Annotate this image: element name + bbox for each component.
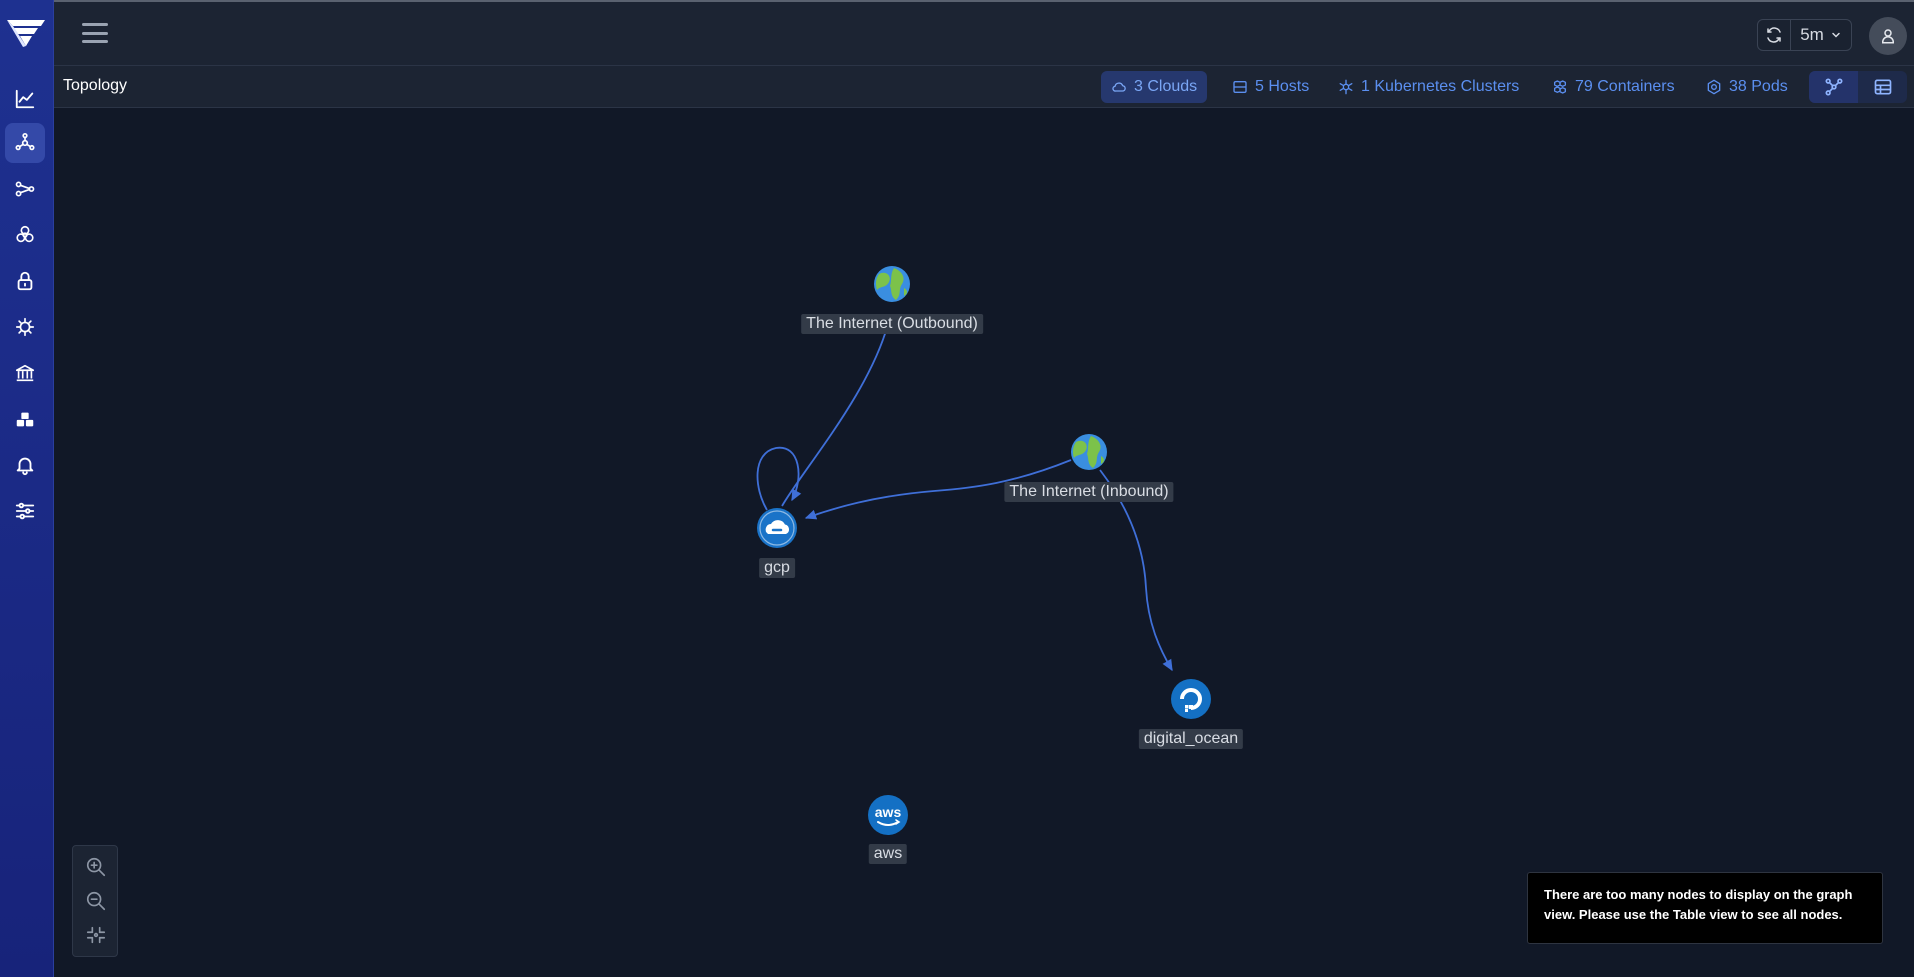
threat-graph-icon bbox=[15, 181, 35, 197]
stat-hosts-button[interactable]: 5 Hosts bbox=[1222, 71, 1319, 103]
node-label-internet-outbound: The Internet (Outbound) bbox=[801, 314, 983, 334]
user-icon bbox=[1882, 29, 1894, 44]
registry-icon bbox=[16, 412, 34, 427]
chart-line-icon bbox=[15, 89, 35, 109]
topology-canvas[interactable]: aws The Internet (Outbound) The Internet… bbox=[54, 108, 1914, 977]
sidebar-item-registries[interactable] bbox=[5, 399, 45, 439]
gcp-cloud-icon bbox=[757, 508, 797, 548]
hamburger-line bbox=[82, 40, 108, 43]
edge-gcp-self-loop[interactable] bbox=[756, 446, 802, 511]
refresh-control: 5m bbox=[1757, 19, 1852, 51]
deepfence-logo-icon[interactable] bbox=[5, 16, 47, 50]
stat-hosts-label: 5 Hosts bbox=[1255, 78, 1310, 95]
table-view-button[interactable] bbox=[1858, 71, 1907, 103]
kubernetes-icon bbox=[1339, 79, 1353, 95]
node-internet-inbound[interactable] bbox=[1071, 434, 1107, 470]
stat-clouds-button[interactable]: 3 Clouds bbox=[1101, 71, 1208, 103]
biohazard-icon bbox=[16, 225, 34, 243]
refresh-interval-select[interactable]: 5m bbox=[1791, 20, 1851, 50]
sidebar bbox=[0, 0, 54, 977]
globe-icon bbox=[1071, 434, 1107, 470]
node-digital-ocean[interactable] bbox=[1171, 679, 1211, 719]
node-label-aws: aws bbox=[868, 844, 908, 864]
hamburger-line bbox=[82, 23, 108, 26]
sidebar-item-settings[interactable] bbox=[5, 491, 45, 531]
graph-view-button[interactable] bbox=[1809, 71, 1858, 103]
hamburger-menu-button[interactable] bbox=[82, 20, 108, 46]
sidebar-item-dashboard[interactable] bbox=[5, 79, 45, 119]
globe-icon bbox=[874, 266, 910, 302]
graph-view-icon bbox=[1824, 78, 1842, 96]
sidebar-item-posture[interactable] bbox=[5, 353, 45, 393]
sidebar-item-secrets[interactable] bbox=[5, 261, 45, 301]
bell-icon bbox=[16, 457, 34, 476]
node-label-digital-ocean: digital_ocean bbox=[1138, 729, 1244, 749]
cloud-icon bbox=[1112, 82, 1126, 92]
stat-kubernetes-label: 1 Kubernetes Clusters bbox=[1361, 78, 1520, 95]
refresh-icon bbox=[1767, 27, 1781, 43]
node-gcp[interactable] bbox=[757, 508, 797, 548]
app-root: 5m Topology 3 Clouds 5 Hosts 1 Kubernete… bbox=[0, 0, 1914, 977]
node-internet-outbound[interactable] bbox=[874, 266, 910, 302]
too-many-nodes-notice: There are too many nodes to display on t… bbox=[1527, 872, 1883, 944]
sliders-icon bbox=[15, 502, 35, 520]
aws-icon: aws bbox=[868, 795, 908, 835]
containers-icon bbox=[1554, 80, 1566, 94]
refresh-interval-value: 5m bbox=[1800, 25, 1824, 44]
digitalocean-icon bbox=[1171, 679, 1211, 719]
sidebar-item-threatgraph[interactable] bbox=[5, 169, 45, 209]
node-label-internet-inbound: The Internet (Inbound) bbox=[1004, 482, 1174, 502]
hamburger-line bbox=[82, 31, 108, 35]
svg-text:aws: aws bbox=[875, 804, 902, 820]
chevron-down-icon bbox=[1832, 32, 1840, 38]
stat-containers-button[interactable]: 79 Containers bbox=[1542, 71, 1685, 103]
fit-view-icon bbox=[86, 926, 106, 944]
server-icon bbox=[1233, 81, 1247, 93]
stat-clouds-label: 3 Clouds bbox=[1134, 78, 1198, 95]
zoom-in-button[interactable] bbox=[85, 856, 107, 878]
topology-icon bbox=[15, 133, 35, 151]
node-label-gcp: gcp bbox=[759, 558, 795, 578]
topology-graph[interactable]: aws bbox=[54, 108, 1914, 977]
page-header: Topology 3 Clouds 5 Hosts 1 Kubernetes C… bbox=[54, 66, 1914, 108]
stat-pods-button[interactable]: 38 Pods bbox=[1696, 71, 1798, 103]
view-toggle bbox=[1809, 71, 1907, 103]
pod-icon bbox=[1707, 79, 1721, 95]
zoom-out-icon bbox=[86, 891, 106, 911]
top-bar: 5m bbox=[54, 0, 1914, 66]
fit-view-button[interactable] bbox=[85, 924, 107, 946]
stat-pods-label: 38 Pods bbox=[1729, 78, 1788, 95]
sidebar-item-integrations[interactable] bbox=[5, 445, 45, 485]
lock-icon bbox=[17, 271, 33, 291]
table-view-icon bbox=[1874, 79, 1891, 95]
zoom-in-icon bbox=[86, 857, 106, 877]
stat-containers-label: 79 Containers bbox=[1575, 78, 1675, 95]
sidebar-item-topology[interactable] bbox=[5, 123, 45, 163]
refresh-button[interactable] bbox=[1758, 20, 1791, 50]
sidebar-item-vulnerabilities[interactable] bbox=[5, 215, 45, 255]
node-aws[interactable]: aws bbox=[868, 795, 908, 835]
sidebar-item-malware[interactable] bbox=[5, 307, 45, 347]
zoom-out-button[interactable] bbox=[85, 890, 107, 912]
stat-kubernetes-button[interactable]: 1 Kubernetes Clusters bbox=[1328, 71, 1529, 103]
page-title: Topology bbox=[63, 77, 128, 94]
virus-icon bbox=[15, 317, 35, 337]
zoom-controls bbox=[72, 845, 118, 957]
user-avatar-button[interactable] bbox=[1869, 17, 1907, 55]
bank-icon bbox=[15, 364, 35, 382]
